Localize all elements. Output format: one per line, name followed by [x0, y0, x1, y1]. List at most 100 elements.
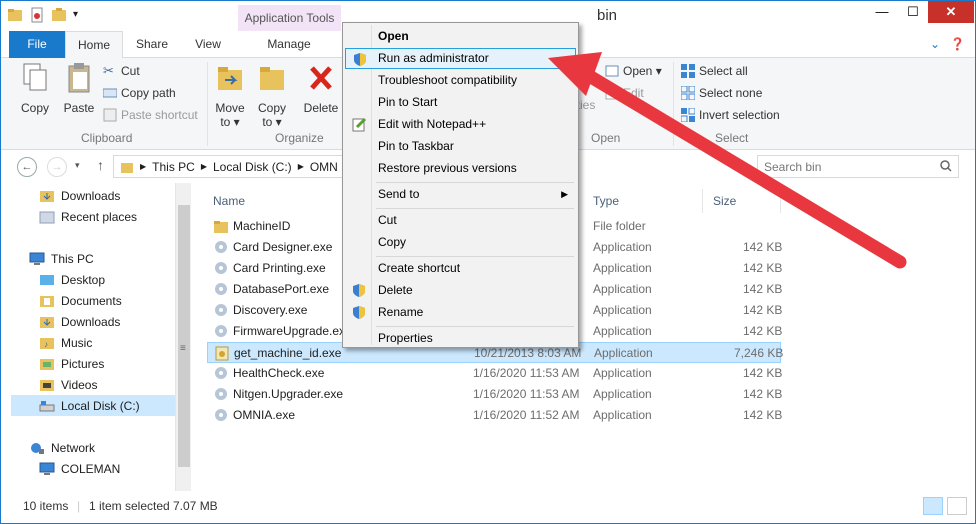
- nav-item-local-disk[interactable]: Local Disk (C:): [11, 395, 175, 416]
- menu-item-properties[interactable]: Properties: [345, 328, 576, 349]
- paste-button[interactable]: Paste: [59, 62, 99, 115]
- network-icon: [31, 442, 44, 454]
- nav-item-label: Recent places: [61, 209, 138, 224]
- copy-button[interactable]: Copy: [15, 62, 55, 115]
- new-folder-icon[interactable]: [51, 7, 67, 23]
- nav-item-downloads-favorite[interactable]: Downloads: [39, 185, 120, 206]
- tab-home[interactable]: Home: [65, 31, 123, 58]
- column-header-size[interactable]: Size: [705, 189, 781, 213]
- cut-label: Cut: [121, 64, 140, 78]
- nav-item-this-pc[interactable]: This PC: [29, 248, 94, 269]
- nav-item-videos[interactable]: Videos: [39, 374, 97, 395]
- select-all-button[interactable]: Select all: [681, 64, 748, 78]
- application-icon: [215, 325, 227, 337]
- cut-button[interactable]: ✂ Cut: [103, 64, 140, 79]
- item-count: 10 items: [23, 499, 69, 513]
- column-header-type[interactable]: Type: [585, 189, 703, 213]
- selection-count: 1 item selected: [89, 499, 170, 513]
- address-bar[interactable]: ▶ This PC ▶ Local Disk (C:) ▶ OMN: [113, 155, 343, 178]
- invert-selection-label: Invert selection: [699, 108, 780, 122]
- paste-shortcut-button[interactable]: Paste shortcut: [103, 108, 198, 122]
- menu-item-open[interactable]: Open: [345, 26, 576, 47]
- menu-item-edit-notepadpp[interactable]: Edit with Notepad++: [345, 114, 576, 135]
- nav-item-downloads[interactable]: Downloads: [39, 311, 120, 332]
- tab-manage[interactable]: Manage: [243, 31, 335, 58]
- nav-item-label: This PC: [51, 251, 94, 266]
- copy-to-button[interactable]: Copy to ▾: [253, 62, 291, 129]
- menu-item-copy[interactable]: Copy: [345, 232, 576, 253]
- search-input[interactable]: Search bin: [757, 155, 959, 178]
- table-row[interactable]: OMNIA.exe 1/16/2020 11:52 AM Application…: [207, 405, 782, 426]
- edit-ribbon-button[interactable]: Edit: [605, 86, 644, 100]
- folder-icon: [121, 162, 133, 173]
- paste-shortcut-icon: [103, 108, 117, 122]
- application-icon: [215, 367, 227, 379]
- column-header-name[interactable]: Name: [205, 189, 345, 213]
- copy-path-button[interactable]: Copy path: [103, 86, 176, 100]
- delete-ribbon-button[interactable]: Delete: [301, 62, 341, 115]
- properties-icon[interactable]: [29, 7, 45, 23]
- file-type: Application: [593, 324, 652, 338]
- large-icons-view-button[interactable]: [947, 497, 967, 515]
- help-icon[interactable]: ❓: [950, 37, 965, 51]
- nav-item-network[interactable]: Network: [29, 437, 95, 458]
- minimize-button[interactable]: —: [867, 1, 897, 23]
- up-arrow-icon[interactable]: ↑: [97, 157, 104, 173]
- menu-separator: [376, 256, 574, 257]
- tab-file[interactable]: File: [9, 31, 65, 58]
- tab-share[interactable]: Share: [123, 31, 181, 58]
- maximize-button[interactable]: ☐: [898, 1, 928, 23]
- expand-ribbon-icon[interactable]: ⌄: [930, 37, 940, 51]
- breadcrumb-local-disk[interactable]: Local Disk (C:): [213, 160, 292, 174]
- scrollbar-grip-icon: ≡: [180, 343, 186, 354]
- tab-view[interactable]: View: [181, 31, 235, 58]
- music-folder-icon: ♪: [40, 337, 54, 349]
- nav-item-documents[interactable]: Documents: [39, 290, 122, 311]
- file-name: get_machine_id.exe: [234, 346, 342, 360]
- menu-item-send-to[interactable]: Send to ▶: [345, 184, 576, 205]
- menu-item-restore-versions[interactable]: Restore previous versions: [345, 158, 576, 179]
- menu-item-rename[interactable]: Rename: [345, 302, 576, 323]
- breadcrumb-this-pc[interactable]: This PC: [152, 160, 195, 174]
- nav-pane-scrollbar[interactable]: ≡: [175, 183, 191, 491]
- nav-item-desktop[interactable]: Desktop: [39, 269, 105, 290]
- scrollbar-thumb[interactable]: [178, 205, 190, 467]
- file-size: 142 KB: [743, 324, 783, 338]
- computer-icon: [39, 462, 55, 475]
- menu-item-troubleshoot[interactable]: Troubleshoot compatibility: [345, 70, 576, 91]
- nav-item-recent-places[interactable]: Recent places: [39, 206, 137, 227]
- recent-locations-icon[interactable]: ▾: [75, 160, 80, 171]
- open-ribbon-button[interactable]: Open ▾: [605, 64, 662, 78]
- search-icon[interactable]: [940, 160, 952, 172]
- nav-item-music[interactable]: ♪ Music: [39, 332, 92, 353]
- nav-item-label: Music: [61, 335, 93, 350]
- nav-item-coleman[interactable]: COLEMAN: [39, 458, 120, 479]
- computer-icon: [29, 252, 45, 265]
- file-date: 1/16/2020 11:52 AM: [473, 408, 580, 422]
- nav-item-pictures[interactable]: Pictures: [39, 353, 104, 374]
- back-button[interactable]: ←: [17, 157, 37, 177]
- invert-selection-button[interactable]: Invert selection: [681, 108, 780, 122]
- application-icon: [215, 241, 227, 253]
- menu-item-pin-to-start[interactable]: Pin to Start: [345, 92, 576, 113]
- menu-item-run-as-administrator[interactable]: Run as administrator: [345, 48, 576, 69]
- breadcrumb-omnia[interactable]: OMN: [310, 160, 338, 174]
- select-none-icon: [681, 86, 695, 100]
- move-to-button[interactable]: Move to ▾: [211, 62, 249, 129]
- folder-icon[interactable]: [7, 7, 23, 23]
- select-none-button[interactable]: Select none: [681, 86, 762, 100]
- menu-item-cut[interactable]: Cut: [345, 210, 576, 231]
- application-tools-context-tab[interactable]: Application Tools: [238, 5, 341, 31]
- menu-item-pin-to-taskbar[interactable]: Pin to Taskbar: [345, 136, 576, 157]
- close-button[interactable]: ✕: [928, 1, 974, 23]
- forward-button[interactable]: →: [47, 157, 67, 177]
- details-view-button[interactable]: [923, 497, 943, 515]
- file-name: Nitgen.Upgrader.exe: [233, 387, 344, 401]
- menu-item-create-shortcut[interactable]: Create shortcut: [345, 258, 576, 279]
- menu-item-delete[interactable]: Delete: [345, 280, 576, 301]
- search-placeholder: Search bin: [764, 160, 822, 174]
- customize-toolbar-icon[interactable]: ▾: [73, 7, 89, 23]
- table-row[interactable]: Nitgen.Upgrader.exe 1/16/2020 11:53 AM A…: [207, 384, 782, 405]
- table-row[interactable]: HealthCheck.exe 1/16/2020 11:53 AM Appli…: [207, 363, 782, 384]
- file-name: Card Printing.exe: [233, 261, 326, 275]
